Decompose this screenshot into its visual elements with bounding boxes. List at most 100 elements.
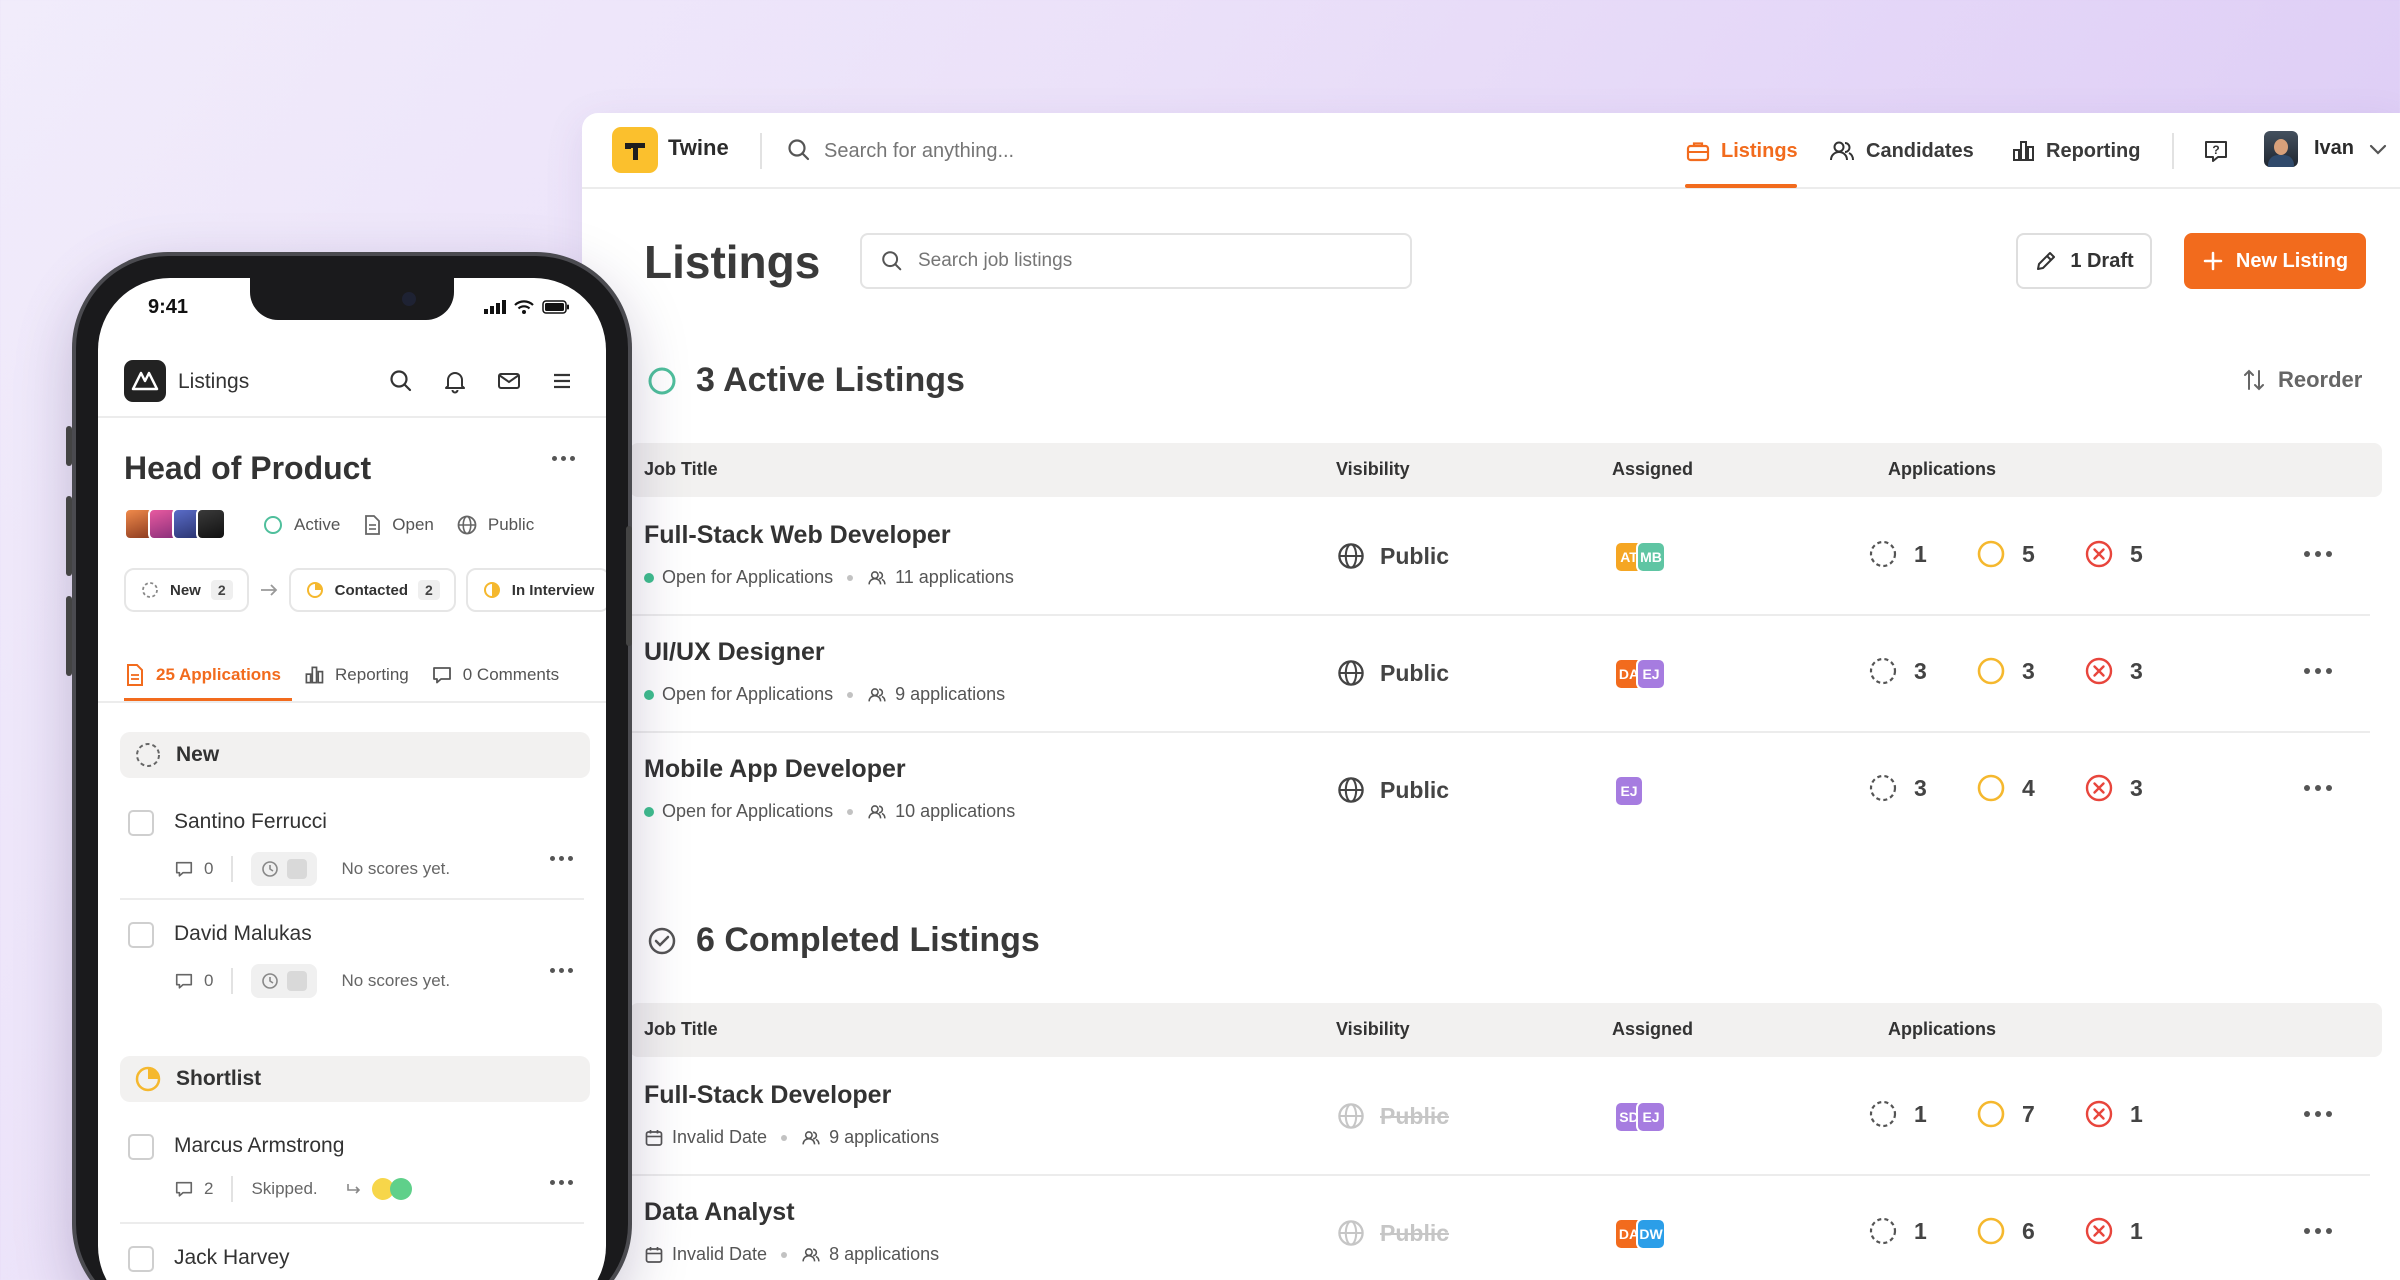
stat-in-progress[interactable]: 5 bbox=[1976, 539, 2084, 569]
bell-icon[interactable] bbox=[442, 368, 468, 394]
progress-circle-icon bbox=[134, 1065, 162, 1093]
assignee-avatar[interactable]: EJ bbox=[1636, 1101, 1666, 1133]
column-job-title[interactable]: Job Title bbox=[644, 1019, 718, 1040]
column-visibility[interactable]: Visibility bbox=[1336, 459, 1410, 480]
stat-new[interactable]: 3 bbox=[1868, 773, 1976, 803]
twine-logo-icon[interactable] bbox=[612, 127, 658, 173]
app-logo-icon[interactable] bbox=[124, 360, 166, 402]
candidate-row[interactable]: Santino Ferrucci 0 No scores yet. bbox=[120, 790, 584, 900]
user-avatar[interactable] bbox=[2264, 131, 2298, 167]
candidate-row[interactable]: Jack Harvey bbox=[120, 1226, 584, 1280]
status-dot bbox=[644, 689, 654, 700]
stage-header-new[interactable]: New bbox=[120, 732, 590, 778]
mail-icon[interactable] bbox=[496, 368, 522, 394]
users-icon bbox=[1828, 138, 1856, 164]
new-listing-label: New Listing bbox=[2235, 249, 2349, 272]
more-options-icon[interactable] bbox=[550, 856, 573, 861]
job-title[interactable]: UI/UX Designer bbox=[644, 638, 825, 667]
stat-rejected[interactable]: 5 bbox=[2084, 539, 2192, 569]
candidate-checkbox[interactable] bbox=[128, 922, 154, 948]
candidate-row[interactable]: David Malukas 0 No scores yet. bbox=[120, 902, 584, 1012]
job-title[interactable]: Full-Stack Web Developer bbox=[644, 521, 951, 550]
stage-header-shortlist[interactable]: Shortlist bbox=[120, 1056, 590, 1102]
listing-status: Open for Applications bbox=[662, 801, 834, 821]
comment-icon bbox=[431, 664, 453, 686]
nav-listings[interactable]: Listings bbox=[1685, 113, 1798, 189]
assignee-avatar[interactable]: MB bbox=[1636, 541, 1666, 573]
stat-in-progress[interactable]: 3 bbox=[1976, 656, 2084, 686]
table-row[interactable]: Full-Stack Developer Invalid Date 9 appl… bbox=[630, 1059, 2370, 1176]
tab-applications[interactable]: 25 Applications bbox=[124, 658, 281, 692]
active-tab-underline bbox=[1685, 184, 1797, 188]
score-widget[interactable] bbox=[251, 852, 318, 886]
stat-new[interactable]: 3 bbox=[1868, 656, 1976, 686]
column-assigned[interactable]: Assigned bbox=[1612, 459, 1693, 480]
more-options-icon[interactable] bbox=[550, 1180, 573, 1185]
table-row[interactable]: Mobile App Developer Open for Applicatio… bbox=[630, 733, 2370, 850]
more-options-icon[interactable] bbox=[2304, 668, 2332, 674]
stat-in-progress[interactable]: 6 bbox=[1976, 1216, 2084, 1246]
more-options-icon[interactable] bbox=[550, 968, 573, 973]
pipeline-in-interview[interactable]: In Interview bbox=[465, 568, 606, 612]
job-title[interactable]: Data Analyst bbox=[644, 1198, 795, 1227]
column-applications[interactable]: Applications bbox=[1888, 459, 1996, 480]
svg-text:?: ? bbox=[2212, 143, 2219, 157]
job-title[interactable]: Full-Stack Developer bbox=[644, 1081, 891, 1110]
candidate-checkbox[interactable] bbox=[128, 1246, 154, 1272]
user-name[interactable]: Ivan bbox=[2314, 137, 2354, 160]
listing-search-input[interactable] bbox=[918, 250, 1358, 272]
more-options-icon[interactable] bbox=[2304, 785, 2332, 791]
nav-candidates[interactable]: Candidates bbox=[1828, 113, 1974, 189]
table-row[interactable]: Data Analyst Invalid Date 8 applications… bbox=[630, 1176, 2370, 1280]
drafts-button[interactable]: 1 Draft bbox=[2016, 233, 2152, 289]
score-widget[interactable] bbox=[251, 964, 318, 998]
table-row[interactable]: UI/UX Designer Open for Applications 9 a… bbox=[630, 616, 2370, 733]
pipeline-contacted[interactable]: Contacted 2 bbox=[288, 568, 456, 612]
stat-new[interactable]: 1 bbox=[1868, 1216, 1976, 1246]
more-options-icon[interactable] bbox=[2304, 1228, 2332, 1234]
stat-rejected[interactable]: 3 bbox=[2084, 773, 2192, 803]
check-circle-icon bbox=[646, 925, 678, 957]
listing-search-box[interactable] bbox=[860, 233, 1412, 289]
assignee-avatar[interactable]: EJ bbox=[1636, 658, 1666, 690]
stat-new[interactable]: 1 bbox=[1868, 1099, 1976, 1129]
active-tab-underline bbox=[124, 698, 292, 701]
assignee-avatar[interactable]: EJ bbox=[1614, 775, 1644, 807]
chevron-down-icon[interactable] bbox=[2368, 143, 2388, 157]
stat-rejected[interactable]: 3 bbox=[2084, 656, 2192, 686]
pipeline-new[interactable]: New 2 bbox=[124, 568, 249, 612]
active-status-icon bbox=[646, 365, 678, 397]
brand-name[interactable]: Twine bbox=[668, 135, 729, 161]
assignee-avatar[interactable]: DW bbox=[1636, 1218, 1666, 1250]
more-options-icon[interactable] bbox=[2304, 1111, 2332, 1117]
stat-in-progress[interactable]: 7 bbox=[1976, 1099, 2084, 1129]
more-options-icon[interactable] bbox=[2304, 551, 2332, 557]
stat-rejected[interactable]: 1 bbox=[2084, 1216, 2192, 1246]
tag-public: Public bbox=[456, 514, 534, 536]
search-icon[interactable] bbox=[388, 368, 414, 394]
stat-rejected[interactable]: 1 bbox=[2084, 1099, 2192, 1129]
column-applications[interactable]: Applications bbox=[1888, 1019, 1996, 1040]
help-icon[interactable]: ? bbox=[2202, 137, 2230, 165]
reorder-button[interactable]: Reorder bbox=[2242, 367, 2362, 393]
tab-comments[interactable]: 0 Comments bbox=[431, 658, 559, 692]
stat-value: 3 bbox=[2130, 774, 2143, 801]
phone-header-title: Listings bbox=[178, 370, 250, 393]
column-visibility[interactable]: Visibility bbox=[1336, 1019, 1410, 1040]
more-options-icon[interactable] bbox=[552, 456, 575, 461]
menu-icon[interactable] bbox=[550, 368, 574, 394]
stat-in-progress[interactable]: 4 bbox=[1976, 773, 2084, 803]
job-title[interactable]: Mobile App Developer bbox=[644, 755, 906, 784]
new-listing-button[interactable]: New Listing bbox=[2184, 233, 2366, 289]
column-assigned[interactable]: Assigned bbox=[1612, 1019, 1693, 1040]
stat-new[interactable]: 1 bbox=[1868, 539, 1976, 569]
nav-reporting[interactable]: Reporting bbox=[2010, 113, 2140, 189]
table-row[interactable]: Full-Stack Web Developer Open for Applic… bbox=[630, 499, 2370, 616]
tab-reporting[interactable]: Reporting bbox=[303, 658, 409, 692]
global-search-input[interactable] bbox=[824, 135, 1124, 167]
table-header: Job Title Visibility Assigned Applicatio… bbox=[630, 443, 2382, 497]
candidate-checkbox[interactable] bbox=[128, 1134, 154, 1160]
candidate-row[interactable]: Marcus Armstrong 2 Skipped. bbox=[120, 1114, 584, 1224]
candidate-checkbox[interactable] bbox=[128, 810, 154, 836]
column-job-title[interactable]: Job Title bbox=[644, 459, 718, 480]
